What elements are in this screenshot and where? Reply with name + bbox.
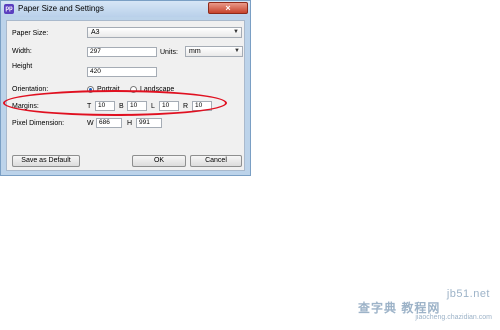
cancel-button[interactable]: Cancel [190,155,242,167]
chevron-down-icon: ▼ [233,29,239,35]
title-bar[interactable]: pp Paper Size and Settings × [1,1,250,17]
paper-size-value: A3 [91,29,100,36]
pixel-width-value: 686 [96,118,122,128]
save-as-default-button[interactable]: Save as Default [12,155,80,167]
paper-size-dialog: pp Paper Size and Settings × Paper Size:… [0,0,251,176]
watermark: jb51.net 查字典 教程网 jiaocheng.chazidian.com [344,286,494,326]
pixel-dimension-label: Pixel Dimension: [12,120,65,127]
pixel-height-value: 991 [136,118,162,128]
units-value: mm [189,48,201,55]
watermark-site: jb51.net [446,288,490,300]
height-field[interactable]: 420 [87,67,157,77]
app-icon: pp [4,4,14,14]
close-button[interactable]: × [208,2,248,14]
height-label: Height [12,63,33,70]
paper-size-label: Paper Size: [12,30,49,37]
pixel-width-label: W [87,120,94,127]
pixel-height-label: H [127,120,133,127]
dialog-title: Paper Size and Settings [18,4,104,13]
width-field[interactable]: 297 [87,47,157,57]
width-label: Width: [12,48,32,55]
watermark-url: jiaocheng.chazidian.com [415,314,492,321]
paper-size-select[interactable]: A3 ▼ [87,27,242,38]
units-select[interactable]: mm ▼ [185,46,243,57]
chevron-down-icon: ▼ [234,48,240,54]
ok-button[interactable]: OK [132,155,186,167]
units-label: Units: [160,49,178,56]
annotation-ellipse [3,90,227,116]
